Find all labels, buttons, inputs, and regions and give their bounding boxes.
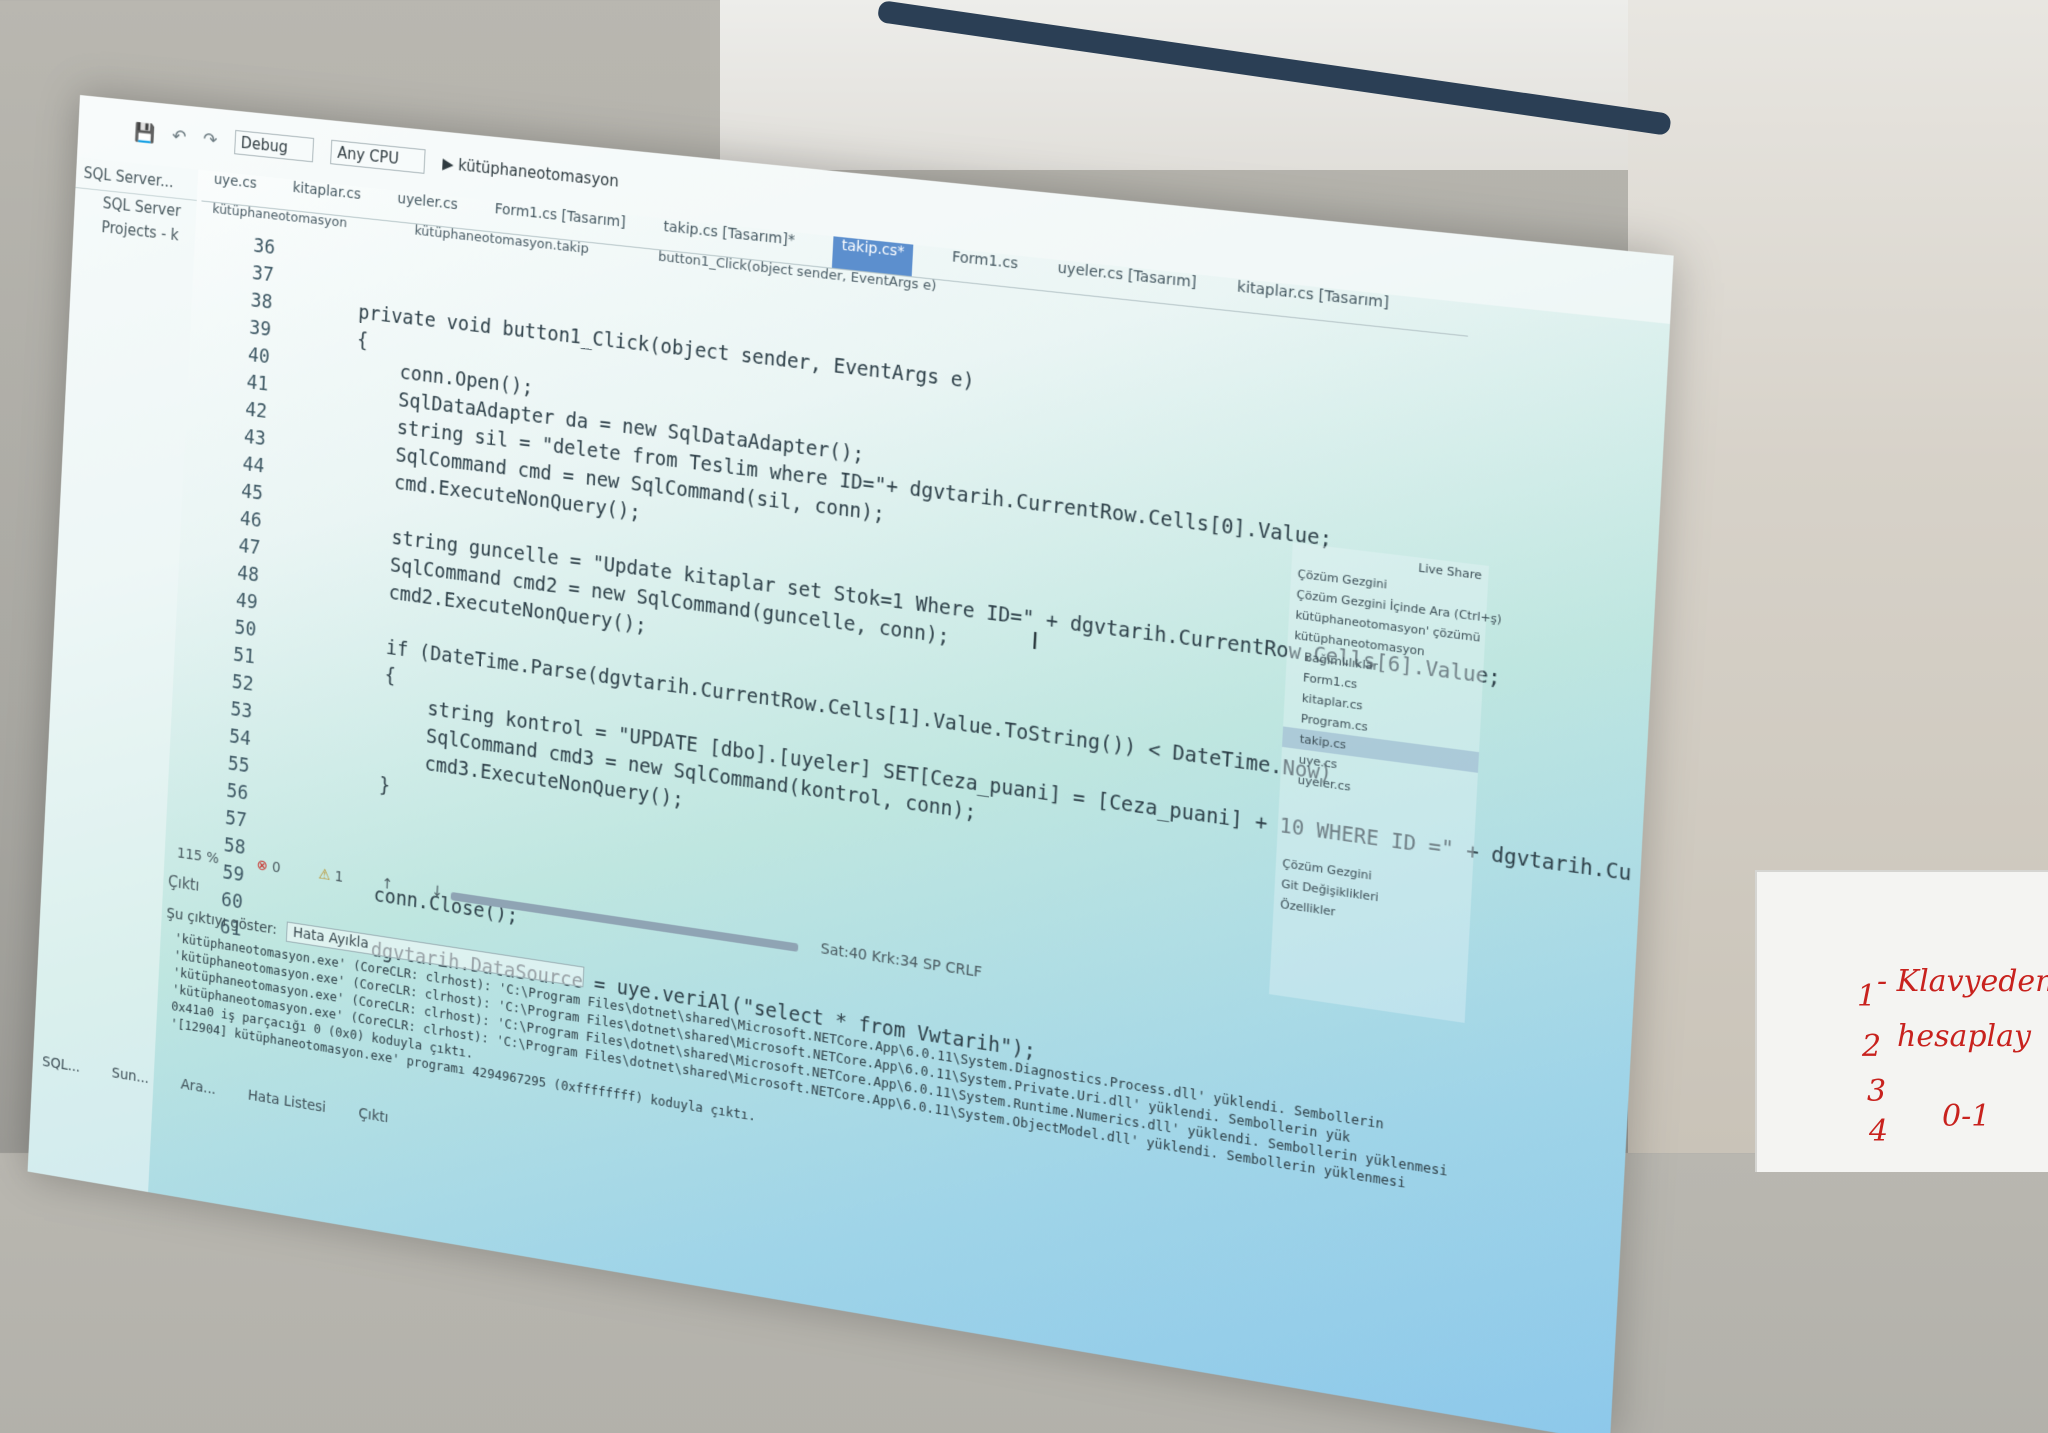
error-icon: ⊗: [256, 856, 269, 875]
undo-icon[interactable]: ↶: [172, 125, 187, 148]
zoom-level[interactable]: 115 %: [177, 845, 220, 867]
projected-ide-window: 💾 ↶ ↷ Debug Any CPU ▶ kütüphaneotomasyon…: [27, 95, 1674, 1433]
platform-select[interactable]: Any CPU: [330, 139, 426, 174]
code-text: {: [356, 328, 369, 353]
nav-up-icon[interactable]: ↑: [381, 876, 393, 894]
warning-icon: ⚠: [318, 866, 331, 885]
tab-uye-cs[interactable]: uye.cs: [213, 171, 257, 206]
redo-icon[interactable]: ↷: [203, 128, 218, 151]
tab-sunucu[interactable]: Sun...: [111, 1065, 149, 1087]
tab-output[interactable]: Çıktı: [358, 1105, 389, 1126]
warning-count-value: 1: [334, 868, 344, 887]
play-icon: ▶: [441, 154, 454, 174]
configuration-select[interactable]: Debug: [233, 129, 315, 163]
tab-error-list[interactable]: Hata Listesi: [248, 1087, 327, 1116]
solution-explorer: Live Share Çözüm Gezgini Çözüm Gezgini İ…: [1269, 542, 1502, 1023]
error-count[interactable]: ⊗ 0: [256, 857, 281, 877]
error-count-value: 0: [271, 859, 281, 877]
line-number: 36: [252, 234, 276, 260]
run-button[interactable]: ▶ kütüphaneotomasyon: [442, 154, 619, 191]
save-icon[interactable]: 💾: [134, 121, 156, 144]
tab-ara[interactable]: Ara...: [180, 1076, 216, 1098]
nav-down-icon[interactable]: ↓: [431, 883, 443, 901]
run-target-label: kütüphaneotomasyon: [457, 155, 620, 191]
warning-count[interactable]: ⚠ 1: [318, 866, 344, 886]
tab-sql[interactable]: SQL...: [42, 1054, 81, 1076]
text-cursor-icon: I: [1030, 628, 1039, 656]
